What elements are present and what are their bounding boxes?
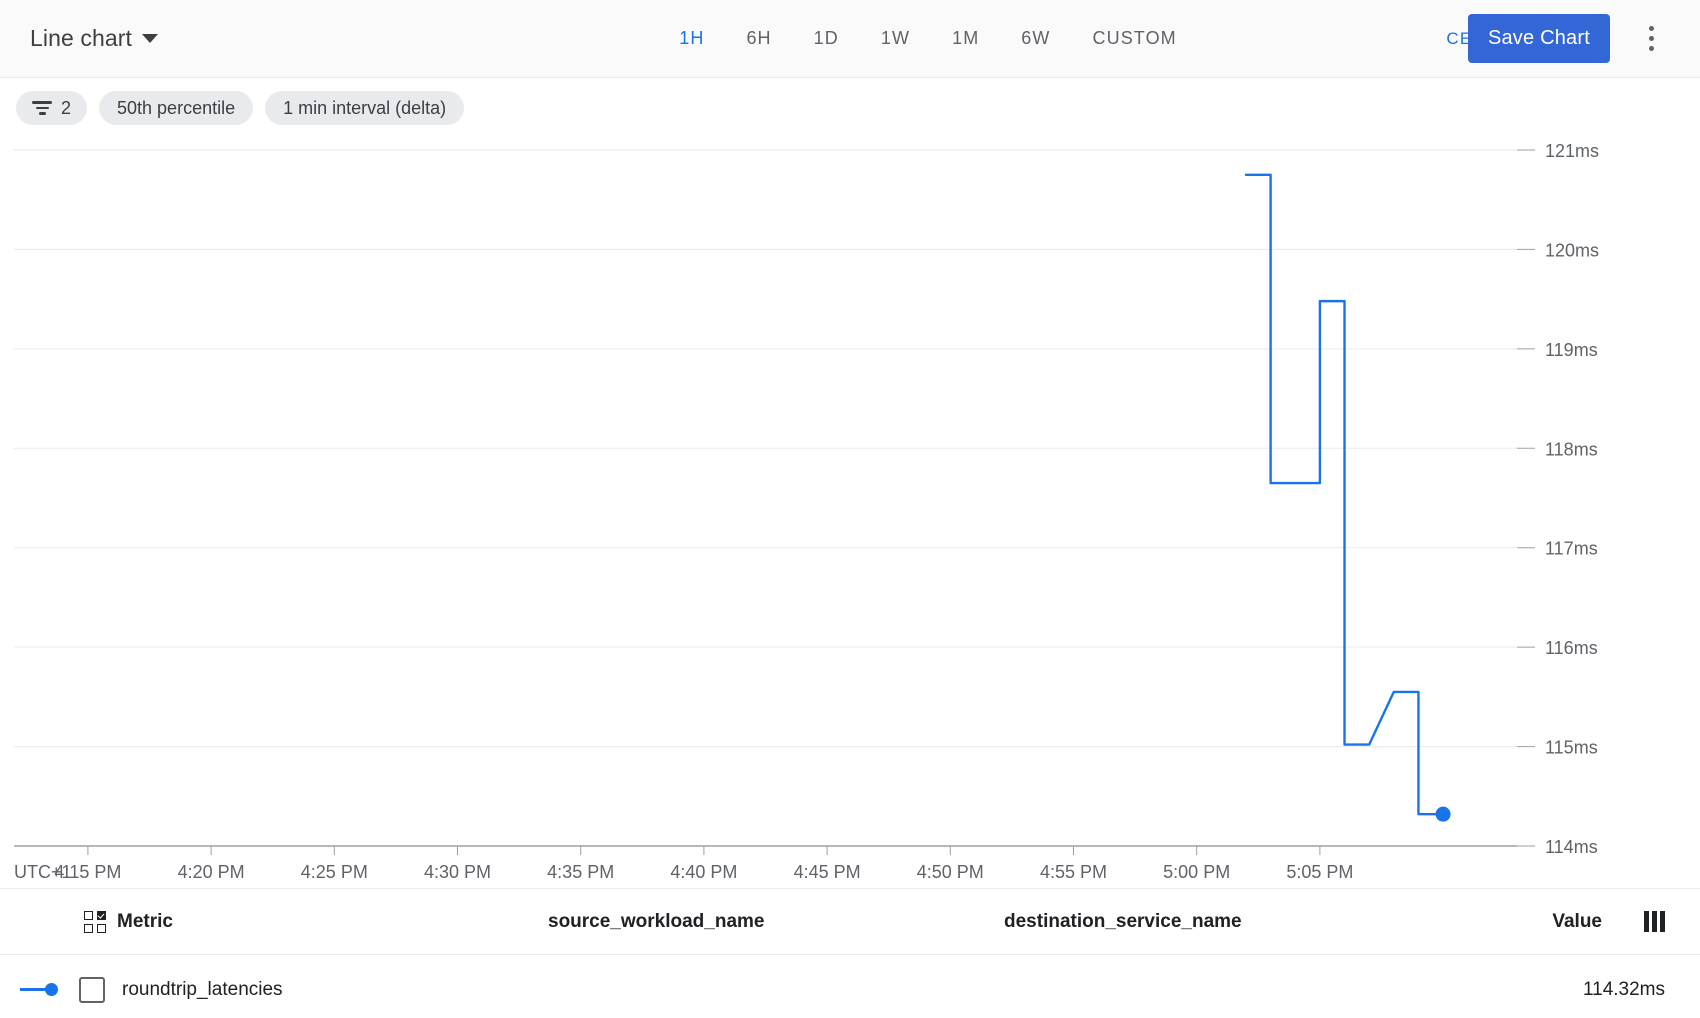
chart-toolbar: Line chart 1H 6H 1D 1W 1M 6W CUSTOM CET … <box>0 0 1700 78</box>
y-tick-label: 119ms <box>1545 340 1598 360</box>
kebab-dot <box>1648 36 1654 41</box>
x-tick-label: 4:15 PM <box>54 862 121 882</box>
y-tick-label: 121ms <box>1545 141 1599 161</box>
y-tick-label: 115ms <box>1545 738 1598 758</box>
chip-filter-count-label: 2 <box>61 97 72 118</box>
range-tab-custom[interactable]: CUSTOM <box>1072 18 1198 59</box>
column-header-source-workload-name[interactable]: source_workload_name <box>548 911 764 933</box>
row-metric-name: roundtrip_latencies <box>122 978 283 1000</box>
chart-type-label: Line chart <box>30 25 133 51</box>
column-header-metric[interactable]: Metric <box>84 910 173 933</box>
chart-y-axis-labels: 121ms 120ms 119ms 118ms 117ms 116ms 115ms 114ms <box>1545 141 1599 857</box>
kebab-menu-icon[interactable] <box>1638 21 1664 57</box>
y-tick-label: 117ms <box>1545 539 1598 559</box>
x-tick-label: 4:20 PM <box>178 862 245 882</box>
column-header-metric-label: Metric <box>117 910 173 932</box>
row-value: 114.32ms <box>1582 978 1665 1000</box>
row-checkbox[interactable] <box>79 976 105 1003</box>
filter-chip-row: 2 50th percentile 1 min interval (delta) <box>0 78 1700 138</box>
time-range-tabs: 1H 6H 1D 1W 1M 6W CUSTOM <box>658 18 1198 59</box>
series-line-roundtrip-latencies <box>1244 173 1445 816</box>
chip-percentile[interactable]: 50th percentile <box>99 91 254 125</box>
range-tab-1d[interactable]: 1D <box>793 18 860 59</box>
chip-filter-count[interactable]: 2 <box>16 91 88 125</box>
legend-table-header: Metric source_workload_name destination_… <box>0 889 1700 955</box>
kebab-dot <box>1648 46 1654 51</box>
chip-interval[interactable]: 1 min interval (delta) <box>265 91 465 125</box>
y-tick-label: 120ms <box>1545 240 1599 260</box>
kebab-dot <box>1648 26 1654 31</box>
grid-checkbox-icon <box>84 910 106 933</box>
y-tick-label: 116ms <box>1545 638 1598 658</box>
table-row[interactable]: roundtrip_latencies 114.32ms <box>0 955 1700 1018</box>
chart-series-group <box>1244 173 1451 822</box>
chart-plot-area[interactable]: 121ms 120ms 119ms 118ms 117ms 116ms 115ms 114ms… <box>0 138 1700 888</box>
save-chart-button[interactable]: Save Chart <box>1467 14 1610 63</box>
chart-gridlines <box>14 149 1535 847</box>
filter-icon <box>32 101 52 115</box>
x-tick-label: 4:35 PM <box>547 862 614 882</box>
chart-type-dropdown[interactable]: Line chart <box>30 25 159 52</box>
range-tab-6h[interactable]: 6H <box>725 18 792 59</box>
series-endpoint-marker <box>1435 806 1451 822</box>
range-tab-1w[interactable]: 1W <box>860 18 931 59</box>
x-tick-label: 5:00 PM <box>1163 862 1230 882</box>
range-tab-6w[interactable]: 6W <box>1000 18 1071 59</box>
y-tick-label: 114ms <box>1545 837 1598 857</box>
x-tick-label: 4:55 PM <box>1040 862 1107 882</box>
line-chart-svg: 121ms 120ms 119ms 118ms 117ms 116ms 115ms 114ms… <box>14 141 1599 882</box>
range-tab-1m[interactable]: 1M <box>931 18 1000 59</box>
x-tick-label: 4:25 PM <box>301 862 368 882</box>
x-tick-label: 4:50 PM <box>917 862 984 882</box>
series-color-swatch-icon <box>20 983 58 996</box>
column-resize-icon[interactable] <box>1644 911 1665 932</box>
range-tab-1h[interactable]: 1H <box>658 18 725 59</box>
x-tick-label: 4:30 PM <box>424 862 491 882</box>
x-tick-label: 5:05 PM <box>1286 862 1353 882</box>
chart-x-axis: UTC+14:15 PM 4:20 PM 4:25 PM 4:30 PM 4:35 PM… <box>14 846 1353 882</box>
x-tick-label: 4:40 PM <box>670 862 737 882</box>
column-header-destination-service-name[interactable]: destination_service_name <box>1004 911 1242 933</box>
y-tick-label: 118ms <box>1545 439 1598 459</box>
column-header-value[interactable]: Value <box>1552 911 1602 933</box>
legend-table: Metric source_workload_name destination_… <box>0 888 1700 1018</box>
chevron-down-icon <box>142 34 159 43</box>
x-tick-label: 4:45 PM <box>794 862 861 882</box>
